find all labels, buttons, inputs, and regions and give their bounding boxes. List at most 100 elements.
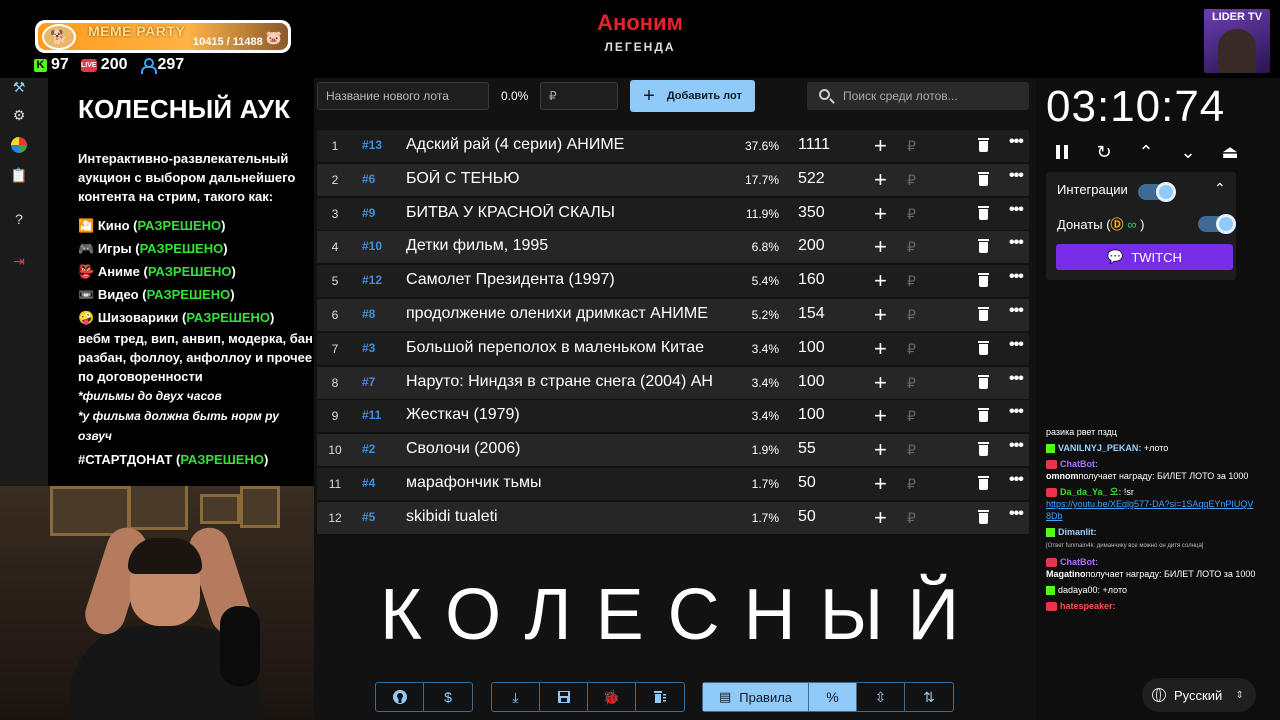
compact-icon[interactable]: ⇳ <box>857 683 905 711</box>
add-amount-button[interactable]: + <box>874 336 887 362</box>
add-amount-button[interactable]: + <box>874 505 887 531</box>
lot-name[interactable]: Самолет Президента (1997) <box>406 271 736 289</box>
lot-name[interactable]: Жесткач (1979) <box>406 406 736 424</box>
integrations-toggle[interactable] <box>1138 182 1176 202</box>
lot-name[interactable]: продолжение оленихи дримкаст АНИМЕ <box>406 305 736 323</box>
trash-icon[interactable] <box>978 306 989 321</box>
sum-input[interactable]: ₽ <box>907 476 916 493</box>
lot-id[interactable]: #10 <box>362 239 382 253</box>
twitch-button[interactable]: 💬 TWITCH <box>1056 244 1233 270</box>
lot-id[interactable]: #9 <box>362 206 375 220</box>
sum-input[interactable]: ₽ <box>907 206 916 223</box>
trash-icon[interactable] <box>978 509 989 524</box>
more-icon[interactable]: ••• <box>1009 268 1024 286</box>
lot-name[interactable]: Сволочи (2006) <box>406 440 736 458</box>
chevron-up-icon[interactable]: ⌃ <box>1214 180 1226 197</box>
add-amount-button[interactable]: + <box>874 471 887 497</box>
trash-icon[interactable] <box>978 442 989 457</box>
chat-link[interactable]: https://youtu.be/XEqlg577-DA?si=1SAqqEYn… <box>1046 499 1253 521</box>
lot-id[interactable]: #12 <box>362 273 382 287</box>
lot-id[interactable]: #6 <box>362 172 375 186</box>
delete-all-icon[interactable] <box>636 683 684 711</box>
new-lot-input[interactable]: Название нового лота <box>317 82 489 110</box>
trash-icon[interactable] <box>978 138 989 152</box>
trash-icon[interactable] <box>978 171 989 186</box>
wheel-icon[interactable] <box>10 136 28 154</box>
more-icon[interactable]: ••• <box>1009 370 1024 388</box>
lot-name[interactable]: skibidi tualeti <box>406 508 736 526</box>
add-amount-button[interactable]: + <box>874 437 887 463</box>
sort-icon[interactable]: ⇅ <box>905 683 953 711</box>
add-amount-button[interactable]: + <box>874 133 887 159</box>
add-amount-button[interactable]: + <box>874 201 887 227</box>
trash-icon[interactable] <box>978 239 989 254</box>
new-lot-sum-input[interactable]: ₽ <box>540 82 618 110</box>
more-icon[interactable]: ••• <box>1009 437 1024 455</box>
more-icon[interactable]: ••• <box>1009 471 1024 489</box>
trash-icon[interactable] <box>978 475 989 490</box>
sum-input[interactable]: ₽ <box>907 273 916 290</box>
gear-icon[interactable]: ⚙ <box>10 106 28 124</box>
help-icon[interactable]: ? <box>10 210 28 228</box>
logout-icon[interactable]: ⇥ <box>10 252 28 270</box>
trash-icon[interactable] <box>978 205 989 220</box>
lot-id[interactable]: #3 <box>362 341 375 355</box>
more-icon[interactable]: ••• <box>1009 336 1024 354</box>
sum-input[interactable]: ₽ <box>907 341 916 358</box>
add-amount-button[interactable]: + <box>874 370 887 396</box>
clipboard-icon[interactable]: 📋 <box>10 166 28 184</box>
lot-name[interactable]: Адский рай (4 серии) АНИМЕ <box>406 136 736 154</box>
more-icon[interactable]: ••• <box>1009 234 1024 252</box>
lot-id[interactable]: #4 <box>362 476 375 490</box>
sum-input[interactable]: ₽ <box>907 510 916 527</box>
sum-input[interactable]: ₽ <box>907 239 916 256</box>
more-icon[interactable]: ••• <box>1009 167 1024 185</box>
lot-id[interactable]: #7 <box>362 375 375 389</box>
sum-input[interactable]: ₽ <box>907 375 916 392</box>
lot-id[interactable]: #5 <box>362 510 375 524</box>
add-lot-button[interactable]: + Добавить лот <box>630 80 755 112</box>
more-icon[interactable]: ••• <box>1009 201 1024 219</box>
more-icon[interactable]: ••• <box>1009 133 1024 151</box>
trash-icon[interactable] <box>978 340 989 355</box>
sum-input[interactable]: ₽ <box>907 442 916 459</box>
lot-name[interactable]: БОЙ С ТЕНЬЮ <box>406 170 736 188</box>
add-amount-button[interactable]: + <box>874 167 887 193</box>
eject-icon[interactable]: ⏏ <box>1216 140 1244 164</box>
chevron-down-icon[interactable]: ⌄ <box>1174 140 1202 164</box>
donations-toggle[interactable] <box>1198 214 1236 234</box>
download-icon[interactable]: ⤓ <box>492 683 540 711</box>
trash-icon[interactable] <box>978 374 989 389</box>
lot-name[interactable]: Наруто: Ниндзя в стране снега (2004) АН <box>406 373 736 391</box>
more-icon[interactable]: ••• <box>1009 505 1024 523</box>
sum-input[interactable]: ₽ <box>907 307 916 324</box>
restart-icon[interactable]: ↻ <box>1090 140 1118 164</box>
percent-toggle[interactable]: % <box>809 683 857 711</box>
lot-name[interactable]: Детки фильм, 1995 <box>406 237 736 255</box>
save-icon[interactable] <box>540 683 588 711</box>
lot-search-input[interactable]: Поиск среди лотов... <box>807 82 1029 110</box>
chevron-up-icon[interactable]: ⌃ <box>1132 140 1160 164</box>
add-amount-button[interactable]: + <box>874 403 887 429</box>
bug-icon[interactable]: 🐞 <box>588 683 636 711</box>
add-amount-button[interactable]: + <box>874 302 887 328</box>
lot-id[interactable]: #2 <box>362 442 375 456</box>
lot-name[interactable]: БИТВА У КРАСНОЙ СКАЛЫ <box>406 204 736 222</box>
more-icon[interactable]: ••• <box>1009 403 1024 421</box>
hammer-icon[interactable]: ⚒ <box>10 78 28 96</box>
lot-id[interactable]: #11 <box>362 408 381 422</box>
rules-button[interactable]: ▤ Правила <box>703 683 809 711</box>
lot-id[interactable]: #8 <box>362 307 375 321</box>
sum-input[interactable]: ₽ <box>907 408 916 425</box>
more-icon[interactable]: ••• <box>1009 302 1024 320</box>
trash-icon[interactable] <box>978 273 989 288</box>
add-amount-button[interactable]: + <box>874 234 887 260</box>
sum-input[interactable]: ₽ <box>907 138 916 155</box>
lot-id[interactable]: #13 <box>362 138 382 152</box>
language-select[interactable]: Русский ⇕ <box>1142 678 1256 712</box>
github-icon[interactable] <box>376 683 424 711</box>
lot-name[interactable]: марафончик тьмы <box>406 474 736 492</box>
dollar-icon[interactable]: $ <box>424 683 472 711</box>
lot-name[interactable]: Большой переполох в маленьком Китае <box>406 339 736 357</box>
add-amount-button[interactable]: + <box>874 268 887 294</box>
